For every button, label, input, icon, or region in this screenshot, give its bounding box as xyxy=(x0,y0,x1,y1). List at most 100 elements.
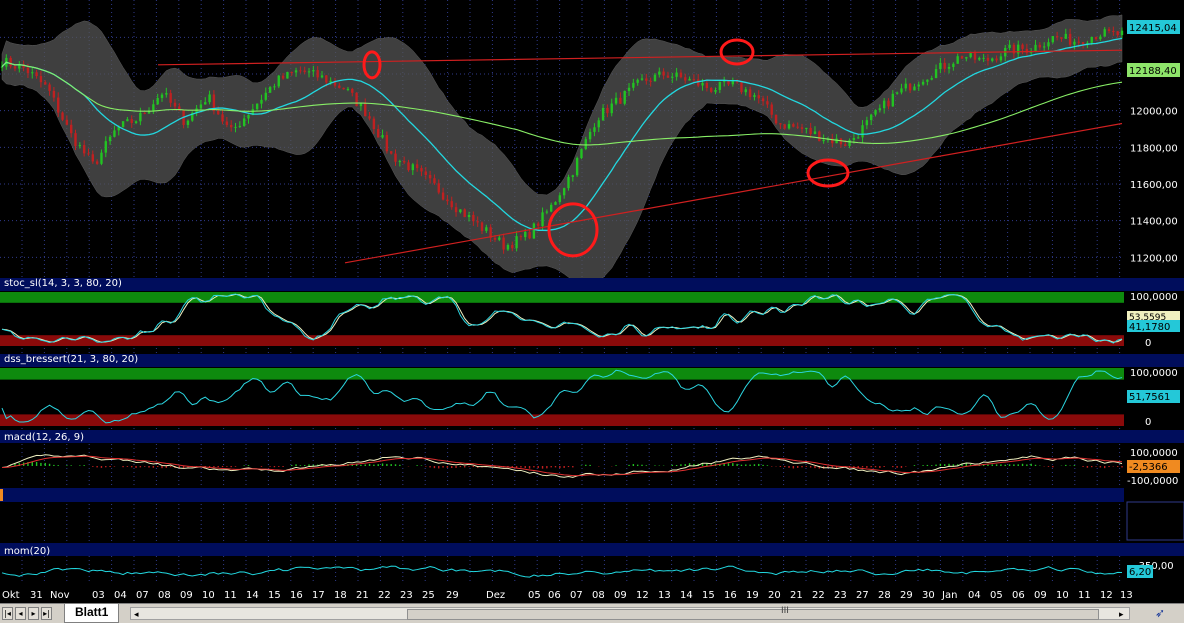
date-tick-label: 13 xyxy=(658,590,671,601)
candle xyxy=(524,232,526,237)
dss-panel-title: dss_bressert(21, 3, 80, 20) xyxy=(4,354,138,365)
candle xyxy=(762,98,764,101)
candle xyxy=(260,100,262,104)
date-tick-label: Dez xyxy=(486,590,505,601)
candle xyxy=(351,89,353,93)
dss-tick-low: 0 xyxy=(1145,417,1151,428)
candle xyxy=(27,68,29,73)
candle xyxy=(585,139,587,149)
candle xyxy=(861,125,863,137)
candle xyxy=(286,72,288,79)
candle xyxy=(636,80,638,83)
candle xyxy=(1073,42,1075,45)
date-tick-label: Nov xyxy=(50,590,70,601)
candle xyxy=(438,183,440,192)
candle xyxy=(892,94,894,107)
candle xyxy=(723,81,725,82)
candle xyxy=(40,76,42,82)
candle xyxy=(580,149,582,158)
candle xyxy=(835,139,837,144)
candle xyxy=(373,119,375,129)
candle xyxy=(122,121,124,127)
candle xyxy=(1065,34,1067,39)
candle xyxy=(606,108,608,113)
candle xyxy=(987,58,989,61)
candle xyxy=(546,212,548,213)
candle xyxy=(1104,29,1106,36)
candle xyxy=(35,72,37,76)
date-tick-label: 12 xyxy=(636,590,649,601)
candle xyxy=(291,72,293,73)
candle xyxy=(139,113,141,121)
candle xyxy=(848,140,850,146)
horizontal-scrollbar[interactable]: ◂ III ▸ xyxy=(130,607,1130,620)
macd-tick-low: -100,0000 xyxy=(1127,476,1178,487)
candle xyxy=(299,70,301,71)
scroll-left-icon[interactable]: ◂ xyxy=(134,610,139,620)
candle xyxy=(628,88,630,91)
candle xyxy=(368,116,370,118)
candle xyxy=(554,202,556,205)
candle xyxy=(312,70,314,71)
candle xyxy=(468,215,470,217)
candle xyxy=(239,126,241,127)
candle xyxy=(1121,31,1123,35)
candle xyxy=(537,224,539,227)
first-sheet-button[interactable]: |◂ xyxy=(2,607,13,620)
candle xyxy=(174,103,176,107)
candle xyxy=(394,154,396,162)
date-tick-label: 05 xyxy=(990,590,1003,601)
candle xyxy=(922,82,924,85)
candle xyxy=(684,77,686,80)
dss-title-bar xyxy=(0,354,1184,367)
candle xyxy=(1039,45,1041,48)
candle xyxy=(671,77,673,78)
candle xyxy=(446,200,448,202)
candle xyxy=(749,89,751,97)
sheet-tab-blatt1[interactable]: Blatt1 xyxy=(64,604,119,623)
candle xyxy=(870,115,872,121)
candle xyxy=(1095,37,1097,39)
candle xyxy=(412,164,414,170)
candle xyxy=(567,177,569,188)
candle xyxy=(321,75,323,77)
candle xyxy=(355,93,357,106)
price-tick-label: 11200,00 xyxy=(1130,253,1178,264)
candle xyxy=(619,98,621,104)
candle xyxy=(576,158,578,175)
empty-pane-bar xyxy=(0,488,1124,502)
scroll-right-icon[interactable]: ▸ xyxy=(1119,610,1124,620)
candle xyxy=(792,124,794,127)
candle xyxy=(598,120,600,127)
date-tick-label: 16 xyxy=(290,590,303,601)
candle xyxy=(381,135,383,137)
next-sheet-button[interactable]: ▸ xyxy=(28,607,39,620)
stoc-tick-high: 100,0000 xyxy=(1130,292,1178,303)
date-tick-label: 22 xyxy=(378,590,391,601)
candle xyxy=(243,118,245,125)
candle xyxy=(719,82,721,90)
date-tick-label: 08 xyxy=(158,590,171,601)
candle xyxy=(1043,46,1045,47)
candle xyxy=(887,101,889,107)
candle xyxy=(92,154,94,161)
candle xyxy=(308,71,310,72)
price-tick-label: 11800,00 xyxy=(1130,143,1178,154)
last-sheet-button[interactable]: ▸| xyxy=(41,607,52,620)
price-tick-label: 11600,00 xyxy=(1130,180,1178,191)
date-tick-label: 15 xyxy=(268,590,281,601)
date-tick-label: 07 xyxy=(136,590,149,601)
candle xyxy=(1112,31,1114,32)
candle xyxy=(710,88,712,92)
candle xyxy=(1108,29,1110,31)
candle xyxy=(935,69,937,78)
candle xyxy=(771,104,773,114)
candle xyxy=(727,81,729,84)
scroll-thumb[interactable] xyxy=(407,609,1099,620)
corner-arrow-icon[interactable]: ➶ xyxy=(1140,606,1180,621)
candle xyxy=(905,84,907,89)
date-tick-label: 04 xyxy=(968,590,981,601)
date-tick-label: 08 xyxy=(592,590,605,601)
candle xyxy=(347,89,349,90)
prev-sheet-button[interactable]: ◂ xyxy=(15,607,26,620)
